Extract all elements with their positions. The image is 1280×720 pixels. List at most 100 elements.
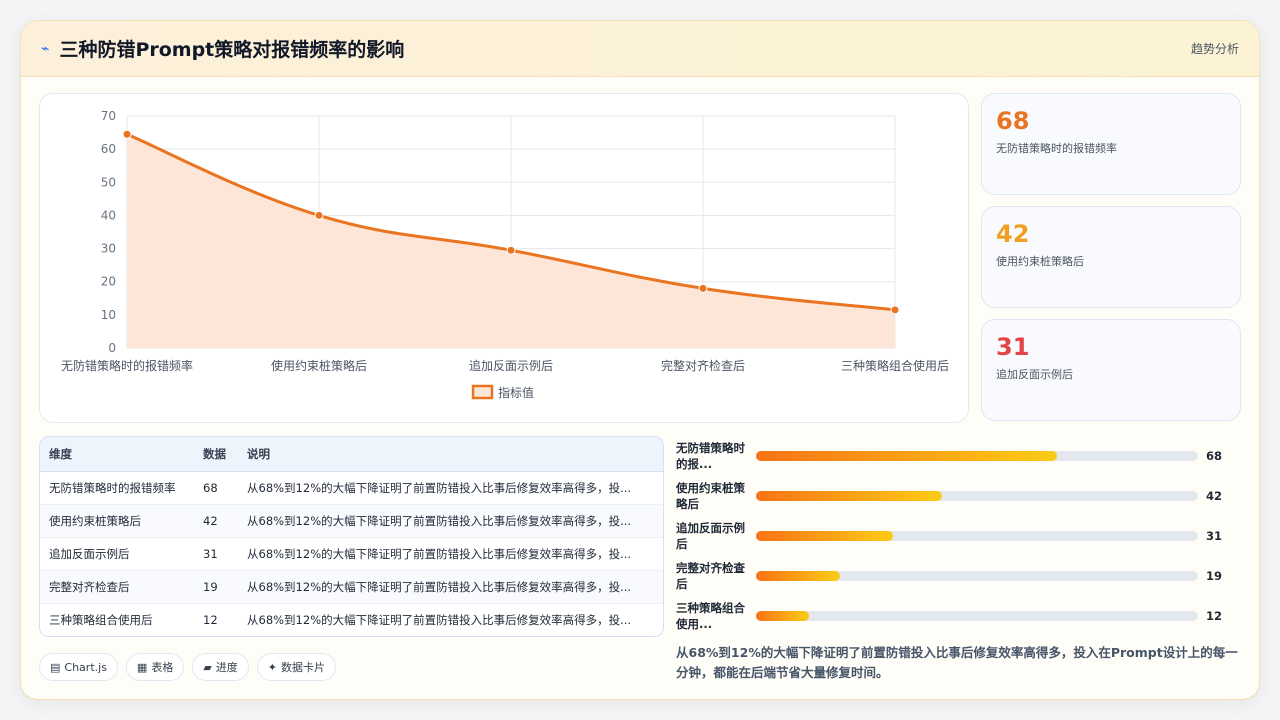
table-cell: 从68%到12%的大幅下降证明了前置防错投入比事后修复效率高得多，投... (247, 612, 632, 627)
table-header-row: 维度 数据 说明 (40, 437, 663, 472)
progress-fill (756, 451, 1057, 461)
table-cell: 从68%到12%的大幅下降证明了前置防错投入比事后修复效率高得多，投... (238, 471, 663, 505)
table-cell: 42 (194, 504, 238, 538)
stat-value: 42 (996, 220, 1030, 248)
stat-label: 无防错策略时的报错频率 (996, 142, 1117, 155)
y-tick-label: 50 (101, 175, 116, 189)
stat-value: 68 (996, 107, 1030, 135)
table-cell: 12 (203, 612, 218, 627)
stat-label: 使用约束桩策略后 (996, 255, 1084, 268)
data-table-panel: 维度 数据 说明 无防错策略时的报错频率 68 从68%到12%的大幅下降证明了… (39, 436, 664, 637)
progress-row: 三种策略组合使用... 12 (676, 596, 1236, 636)
data-table: 维度 数据 说明 无防错策略时的报错频率 68 从68%到12%的大幅下降证明了… (40, 437, 663, 636)
dashboard-card: ⌁ 三种防错Prompt策略对报错频率的影响 趋势分析 0 10 20 30 40 50 6… (20, 20, 1260, 700)
y-tick-label: 60 (101, 142, 116, 156)
progress-label: 追加反面示例后 (676, 521, 745, 551)
table-cell: 三种策略组合使用后 (49, 612, 153, 627)
progress-fill (756, 571, 840, 581)
table-header: 数据 (194, 437, 238, 472)
progress-track (756, 491, 1198, 501)
chip-chartjs[interactable]: ▤ Chart.js (39, 653, 118, 681)
table-header: 说明 (238, 437, 663, 472)
chip-label: Chart.js (64, 660, 107, 674)
progress-fill (756, 611, 810, 621)
progress-label: 完整对齐检查后 (676, 561, 745, 591)
table-cell: 从68%到12%的大幅下降证明了前置防错投入比事后修复效率高得多，投... (238, 570, 663, 604)
y-tick-label: 10 (101, 308, 116, 322)
x-tick-label: 三种策略组合使用后 (841, 358, 949, 373)
stat-card-3: 31 追加反面示例后 (981, 319, 1241, 421)
y-tick-label: 20 (101, 275, 116, 289)
table-row: 三种策略组合使用后 12 从68%到12%的大幅下降证明了前置防错投入比事后修复… (40, 603, 663, 636)
x-tick-label: 追加反面示例后 (469, 358, 553, 373)
table-cell: 19 (194, 570, 238, 604)
table-cell: 31 (194, 537, 238, 571)
stat-value: 31 (996, 333, 1030, 361)
progress-track (756, 531, 1198, 541)
progress-value: 12 (1206, 609, 1223, 623)
progress-row: 完整对齐检查后 19 (676, 556, 1236, 596)
progress-value: 19 (1206, 569, 1223, 583)
table-cell: 从68%到12%的大幅下降证明了前置防错投入比事后修复效率高得多，投... (238, 537, 663, 571)
y-tick-label: 30 (101, 242, 116, 256)
chip-label: 进度 (215, 661, 238, 674)
progress-list: 无防错策略时的报... 68 使用约束桩策略后 42 追加反面示例后 31 完整… (676, 436, 1236, 641)
table-row: 使用约束桩策略后 42 从68%到12%的大幅下降证明了前置防错投入比事后修复效… (40, 504, 663, 538)
chip-data-card[interactable]: ✦ 数据卡片 (256, 653, 337, 681)
y-tick-label: 40 (101, 208, 116, 222)
chip-label: 表格 (151, 661, 174, 674)
header: ⌁ 三种防错Prompt策略对报错频率的影响 趋势分析 (21, 21, 1259, 77)
progress-row: 无防错策略时的报... 68 (676, 436, 1236, 476)
feature-chips: ▤ Chart.js ▦ 表格 ▰ 进度 ✦ 数据卡片 (39, 653, 337, 681)
chip-table[interactable]: ▦ 表格 (125, 653, 185, 681)
table-cell: 无防错策略时的报错频率 (40, 471, 194, 505)
line-chart: 0 10 20 30 40 50 60 70 无防错策略时的报错频率 使用约束桩策略后 追加反面示例… (61, 109, 949, 400)
data-point (698, 283, 708, 293)
progress-label: 使用约束桩策略后 (676, 481, 745, 511)
table-row: 追加反面示例后 31 从68%到12%的大幅下降证明了前置防错投入比事后修复效率… (40, 537, 663, 571)
table-cell: 使用约束桩策略后 (40, 504, 194, 538)
data-point (890, 305, 900, 315)
progress-track (756, 611, 1198, 621)
stat-card-2: 42 使用约束桩策略后 (981, 206, 1241, 308)
x-tick-label: 完整对齐检查后 (661, 358, 745, 373)
progress-fill (756, 531, 894, 541)
table-header: 维度 (40, 437, 194, 472)
progress-row: 使用约束桩策略后 42 (676, 476, 1236, 516)
table-row: 无防错策略时的报错频率 68 从68%到12%的大幅下降证明了前置防错投入比事后… (40, 471, 663, 505)
y-tick-label: 0 (108, 341, 116, 355)
summary-note: 从68%到12%的大幅下降证明了前置防错投入比事后修复效率高得多，投入在Prom… (676, 645, 1238, 680)
sparkle-icon: ✦ (267, 660, 278, 674)
progress-label: 三种策略组合使用... (676, 601, 745, 631)
progress-value: 68 (1206, 449, 1223, 463)
table-cell: 完整对齐检查后 (40, 570, 194, 604)
line-chart-panel: 0 10 20 30 40 50 60 70 无防错策略时的报错频率 使用约束桩策略后 追加反面示例… (39, 93, 969, 423)
progress-icon: ▰ (203, 660, 212, 674)
progress-track (756, 451, 1198, 461)
table-cell: 追加反面示例后 (40, 537, 194, 571)
x-tick-label: 使用约束桩策略后 (271, 358, 367, 373)
x-tick-label: 无防错策略时的报错频率 (61, 358, 193, 373)
legend-label: 指标值 (498, 385, 534, 400)
y-tick-label: 70 (101, 109, 116, 123)
data-point (314, 210, 324, 220)
stat-card-1: 68 无防错策略时的报错频率 (981, 93, 1241, 195)
progress-row: 追加反面示例后 31 (676, 516, 1236, 556)
sparkle-icon: ⌁ (41, 40, 50, 57)
data-point (122, 129, 132, 139)
table-cell: 68 (194, 471, 238, 505)
table-row: 完整对齐检查后 19 从68%到12%的大幅下降证明了前置防错投入比事后修复效率… (40, 570, 663, 604)
progress-track (756, 571, 1198, 581)
trend-analysis-link[interactable]: 趋势分析 (1191, 40, 1239, 57)
legend-swatch (471, 384, 494, 400)
chart-icon: ▤ (50, 660, 61, 674)
table-cell: 从68%到12%的大幅下降证明了前置防错投入比事后修复效率高得多，投... (238, 504, 663, 538)
progress-value: 42 (1206, 489, 1223, 503)
chip-progress[interactable]: ▰ 进度 (192, 653, 249, 681)
progress-label: 无防错策略时的报... (676, 441, 745, 471)
progress-fill (756, 491, 942, 501)
table-icon: ▦ (136, 660, 148, 674)
progress-value: 31 (1206, 529, 1223, 543)
page-title: 三种防错Prompt策略对报错频率的影响 (59, 39, 405, 61)
data-point (506, 245, 516, 255)
